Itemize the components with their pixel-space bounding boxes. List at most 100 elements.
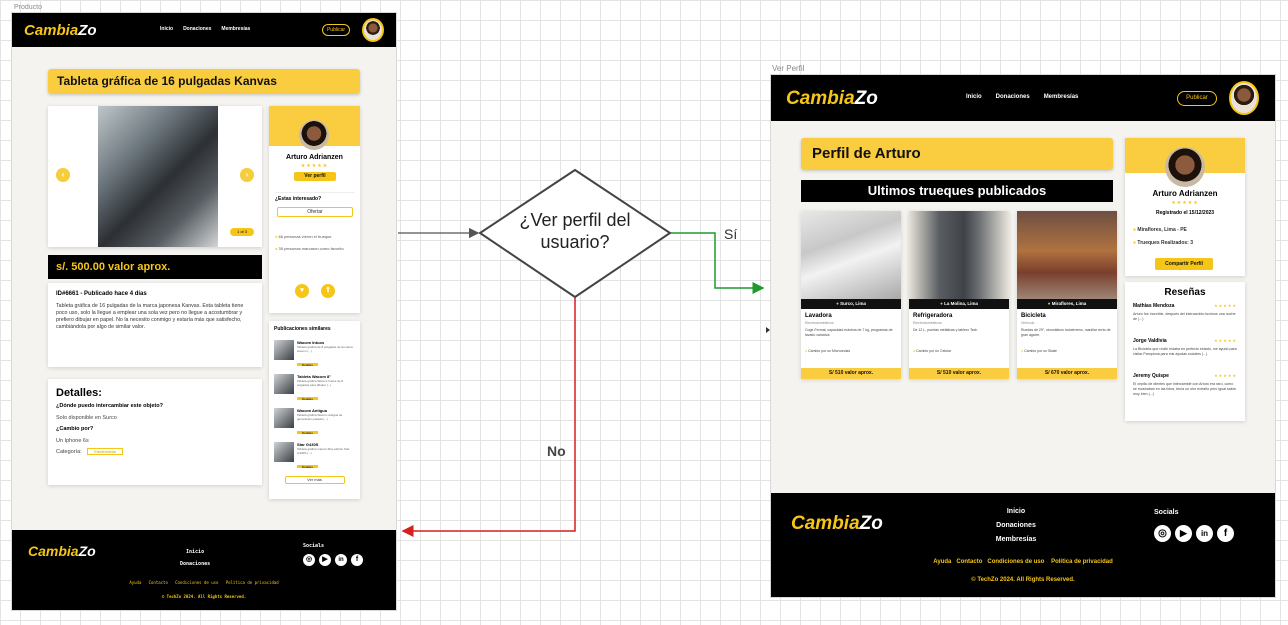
profile-footer-logo[interactable]: CambiaZo	[791, 513, 883, 535]
review-author: Jeremy Quispe	[1133, 373, 1169, 379]
profile-footer-social-title: Socials	[1154, 509, 1179, 516]
small-marker	[766, 327, 770, 333]
profile-card: Arturo Adrianzen ★★★★★ Registrado el 15/…	[1125, 138, 1245, 276]
profile-instagram-icon[interactable]: ◎	[1154, 525, 1171, 542]
profile-footer-logo-text: Cambia	[791, 513, 860, 534]
review-header: Jeremy Quispe ★★★★★	[1133, 373, 1237, 379]
review-header: Jorge Valdivia ★★★★★	[1133, 338, 1237, 344]
review-stars: ★★★★★	[1214, 373, 1237, 378]
profile-footer-links: Inicio Donaciones Membresías	[981, 505, 1051, 547]
trade-item-desc: Ruedas de 29", neumáticos todoterreno, m…	[1021, 328, 1111, 337]
profile-footer-link-inicio[interactable]: Inicio	[981, 505, 1051, 519]
profile-footer-terms-link[interactable]: Condiciones de uso	[987, 559, 1044, 565]
trade-item-location-text: Surco, Lima	[840, 301, 866, 306]
trade-item-card[interactable]: ● Miraflores, Lima Bicicleta Vehículo Rueda…	[1017, 211, 1117, 379]
profile-trades: ● Trueques Realizados: 3	[1133, 240, 1193, 246]
profile-nav-link-membresias[interactable]: Membresías	[1044, 94, 1079, 100]
trade-item-category: Electrodomésticos	[805, 321, 834, 325]
profile-nav-links: Inicio Donaciones Membresías	[966, 94, 1078, 100]
trade-item-price: S/ 510 valor aprox.	[909, 368, 1009, 379]
profile-stars: ★★★★★	[1171, 200, 1199, 206]
profile-logo-suffix: Zo	[854, 88, 878, 109]
review-item: Jeremy Quispe ★★★★★ El cepillo de dientes …	[1133, 373, 1237, 402]
review-text: Arturo fue increíble, después del interc…	[1133, 312, 1236, 321]
trades-icon: ●	[1133, 240, 1137, 246]
trade-item-name: Lavadora	[805, 313, 832, 319]
profile-nav-link-inicio[interactable]: Inicio	[966, 94, 982, 100]
profile-name: Arturo Adrianzen	[1152, 189, 1218, 198]
exchange-icon: ●	[1021, 349, 1024, 353]
trade-item-category: Electrodomésticos	[913, 321, 942, 325]
trade-item-category: Vehículo	[1021, 321, 1035, 325]
profile-footer-link-membresias[interactable]: Membresías	[981, 533, 1051, 547]
profile-linkedin-icon[interactable]: in	[1196, 525, 1213, 542]
reviews-title: Reseñas	[1164, 287, 1206, 298]
trade-item-desc: Coge-Fermal, capacidad máxima de 7 kg, p…	[805, 328, 893, 337]
profile-nav-link-donaciones[interactable]: Donaciones	[996, 94, 1030, 100]
location-pin-icon: ●	[940, 301, 943, 306]
profile-location: ● Miraflores, Lima - PE	[1133, 227, 1187, 233]
review-author: Mathias Mendoza	[1133, 303, 1175, 309]
profile-trades-text: Trueques Realizados: 3	[1137, 240, 1193, 246]
profile-footer: CambiaZo Inicio Donaciones Membresías So…	[771, 493, 1275, 597]
profile-user-avatar[interactable]	[1229, 81, 1259, 115]
profile-footer-contact-link[interactable]: Contacto	[956, 559, 982, 565]
trade-item-exchange: ● Cambio por un Celular	[913, 349, 951, 353]
profile-footer-social-icons: ◎ ▶ in f	[1154, 525, 1234, 542]
review-item: Jorge Valdivia ★★★★★ La Bicicleta que reci…	[1133, 338, 1237, 367]
no-arrow	[401, 297, 576, 537]
review-text: El cepillo de dientes que intercambié co…	[1133, 382, 1236, 396]
trade-item-name: Bicicleta	[1021, 313, 1046, 319]
trade-item-location-text: La Molina, Lima	[944, 301, 978, 306]
profile-footer-logo-suffix: Zo	[859, 513, 883, 534]
profile-title: Perfil de Arturo	[801, 138, 1113, 170]
location-pin-icon: ●	[1047, 301, 1051, 306]
profile-page-frame: CambiaZo Inicio Donaciones Membresías Pu…	[771, 75, 1275, 597]
latest-trades-header: Ultimos trueques publicados	[801, 180, 1113, 202]
review-item: Mathias Mendoza ★★★★★ Arturo fue increíble…	[1133, 303, 1237, 332]
review-stars: ★★★★★	[1214, 338, 1237, 343]
reviews-card: Reseñas Mathias Mendoza ★★★★★ Arturo fue i…	[1125, 282, 1245, 421]
trade-item-exchange: ● Cambio por un Skate	[1021, 349, 1057, 353]
location-pin-icon: ●	[836, 301, 839, 306]
trade-item-exchange-text: Cambio por un Microondas	[808, 349, 851, 353]
profile-footer-copyright: © TechZo 2024. All Rights Reserved.	[971, 577, 1075, 583]
profile-top-nav: CambiaZo Inicio Donaciones Membresías Pu…	[771, 75, 1275, 121]
profile-registered: Registrado el 15/12/2023	[1155, 210, 1215, 216]
review-text: La Bicicleta que recibí estaba en perfec…	[1133, 347, 1237, 356]
yes-arrow	[670, 232, 765, 294]
profile-publish-button[interactable]: Publicar	[1177, 91, 1217, 106]
trade-item-exchange-text: Cambio por un Celular	[916, 349, 952, 353]
profile-logo-text: Cambia	[786, 88, 855, 109]
trade-item-price: S/ 510 valor aprox.	[801, 368, 901, 379]
profile-footer-help-link[interactable]: Ayuda	[933, 559, 951, 565]
trade-item-card[interactable]: ● La Molina, Lima Refrigeradora Electrodom…	[909, 211, 1009, 379]
trade-item-location: ● Surco, Lima	[801, 299, 901, 309]
profile-facebook-icon[interactable]: f	[1217, 525, 1234, 542]
trade-item-card[interactable]: ● Surco, Lima Lavadora Electrodomésticos Co…	[801, 211, 901, 379]
review-stars: ★★★★★	[1214, 303, 1237, 308]
trade-item-price: S/ 670 valor aprox.	[1017, 368, 1117, 379]
exchange-icon: ●	[805, 349, 808, 353]
profile-footer-privacy-link[interactable]: Política de privacidad	[1051, 559, 1113, 565]
trade-item-photo	[909, 211, 1009, 299]
profile-logo[interactable]: CambiaZo	[786, 88, 878, 110]
profile-footer-link-donaciones[interactable]: Donaciones	[981, 519, 1051, 533]
profile-youtube-icon[interactable]: ▶	[1175, 525, 1192, 542]
exchange-icon: ●	[913, 349, 916, 353]
trade-item-location: ● La Molina, Lima	[909, 299, 1009, 309]
trade-item-location-text: Miraflores, Lima	[1051, 301, 1087, 306]
profile-footer-bottom-links: Ayuda Contacto Condiciones de uso Políti…	[771, 559, 1275, 565]
share-profile-button[interactable]: Compartir Perfil	[1155, 258, 1213, 270]
right-frame-label: Ver Perfil	[772, 64, 805, 73]
trade-item-desc: De 12 L, puertas metálicas y tablero Tec…	[913, 328, 978, 332]
yes-label: Sí	[724, 226, 738, 242]
trade-item-location: ● Miraflores, Lima	[1017, 299, 1117, 309]
trade-item-exchange: ● Cambio por un Microondas	[805, 349, 850, 353]
trade-item-photo	[1017, 211, 1117, 299]
trade-item-photo	[801, 211, 901, 299]
reviews-list: Mathias Mendoza ★★★★★ Arturo fue increíble…	[1133, 303, 1237, 402]
no-label: No	[547, 443, 566, 459]
review-header: Mathias Mendoza ★★★★★	[1133, 303, 1237, 309]
items-row: ● Surco, Lima Lavadora Electrodomésticos Co…	[801, 211, 1117, 379]
